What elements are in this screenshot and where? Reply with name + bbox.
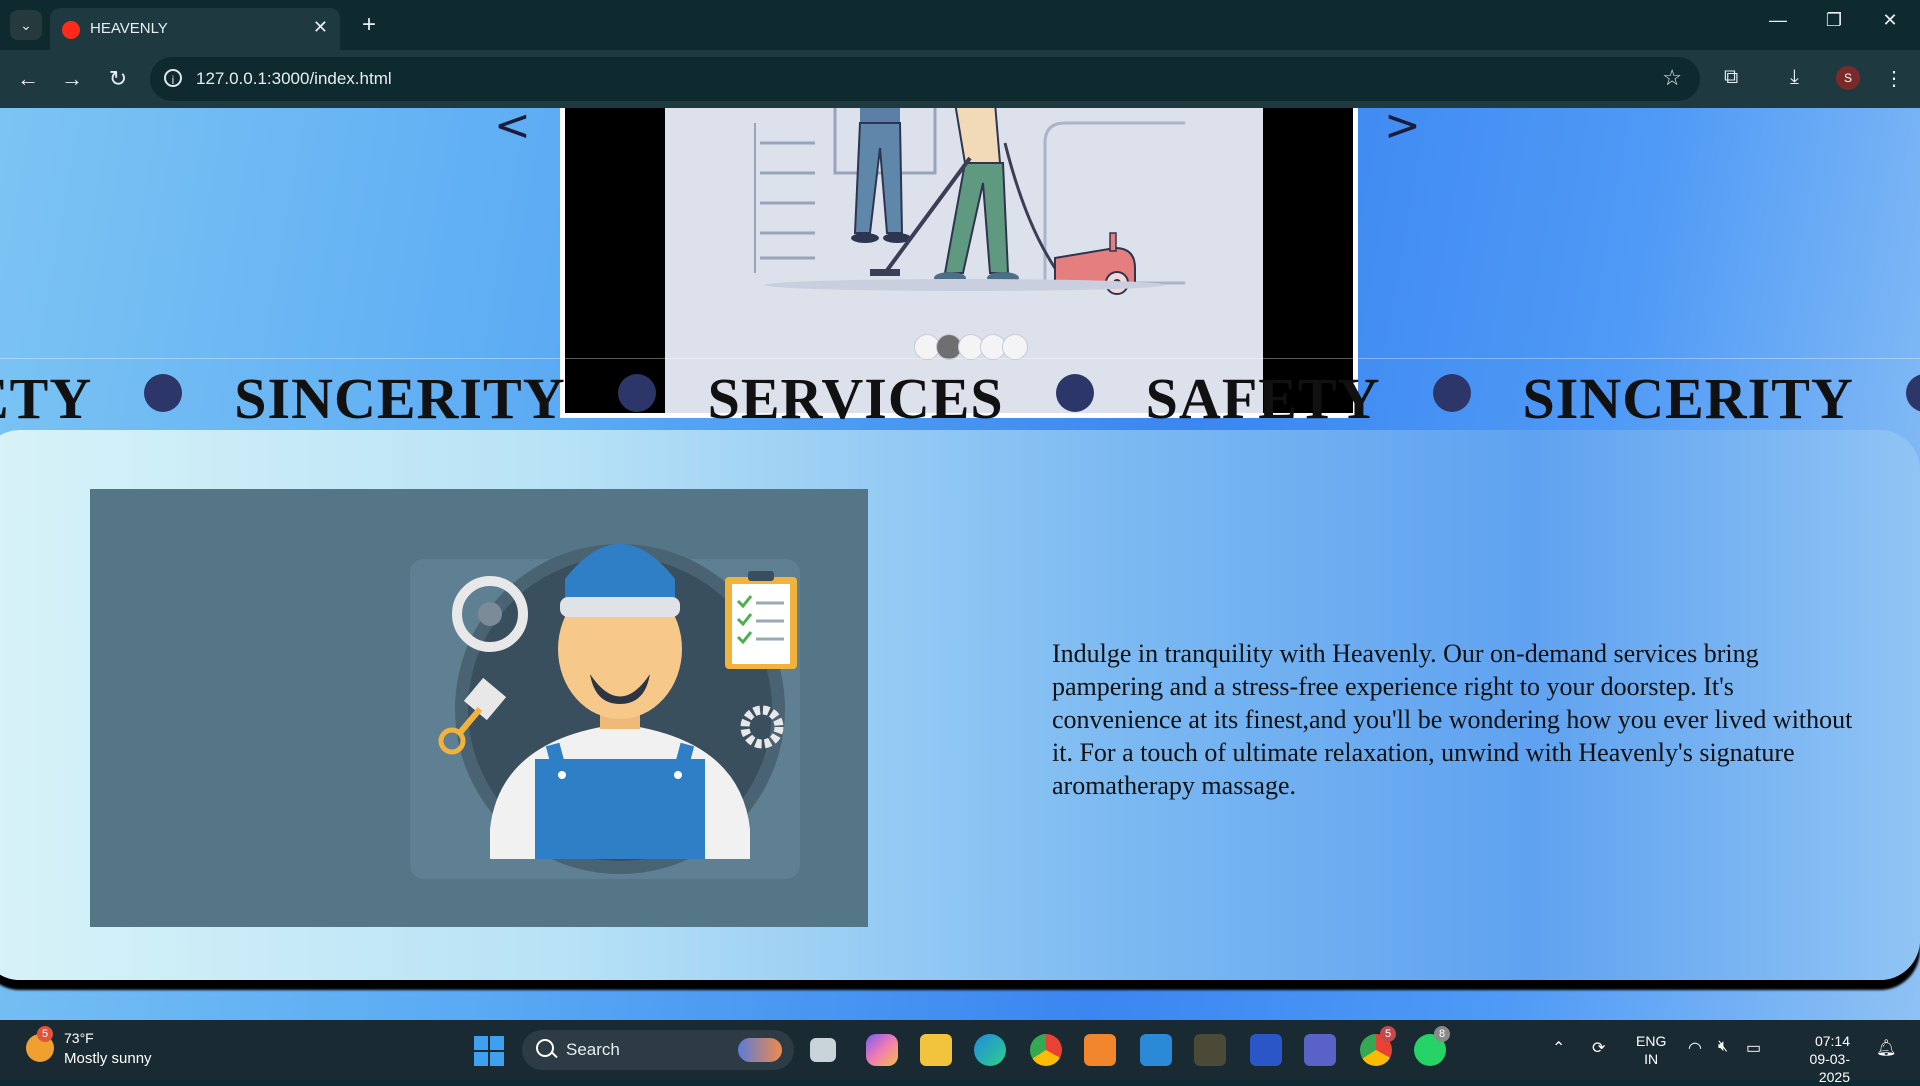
start-windows-icon[interactable] (474, 1036, 504, 1066)
carousel-prev-arrow[interactable]: < (494, 108, 531, 151)
task-view-icon[interactable] (810, 1038, 836, 1062)
page-viewport: < > TY SINCERITY SERVICES SAFETY SINCERI… (0, 108, 1920, 1020)
chrome-badge: 5 (1380, 1026, 1396, 1042)
download-icon[interactable]: ⤓ (1790, 66, 1799, 89)
profile-avatar[interactable]: S (1836, 66, 1860, 90)
clock-time: 07:14 (1814, 1033, 1850, 1049)
marquee-word: SINCERITY (1522, 366, 1854, 431)
notifications-bell-icon[interactable]: 🔔︎ (1876, 1038, 1896, 1058)
carousel-next-arrow[interactable]: > (1384, 108, 1421, 151)
extensions-puzzle-icon[interactable]: ⧉ (1724, 66, 1738, 89)
weather-description[interactable]: Mostly sunny (64, 1050, 152, 1067)
minimize-icon[interactable]: — (1758, 10, 1798, 31)
file-explorer-icon[interactable] (920, 1034, 952, 1066)
restore-icon[interactable]: ❐ (1814, 10, 1854, 31)
site-favicon-icon (62, 21, 80, 39)
bookmark-star-icon[interactable]: ☆ (1662, 65, 1682, 91)
marquee-bullet (617, 373, 656, 412)
edge-icon[interactable] (974, 1034, 1006, 1066)
weather-badge: 5 (37, 1026, 53, 1042)
wifi-icon[interactable]: ◠ (1688, 1038, 1702, 1058)
app-icon[interactable] (1194, 1034, 1226, 1066)
system-clock[interactable]: 07:14 09-03-2025 (1786, 1032, 1850, 1086)
marquee-word: SERVICES (707, 366, 1004, 431)
battery-icon[interactable]: ▭ (1746, 1038, 1761, 1058)
clock-date: 09-03-2025 (1809, 1051, 1850, 1085)
speaker-muted-icon[interactable]: 🔇︎ (1718, 1038, 1728, 1056)
marquee-word: SINCERITY (234, 366, 566, 431)
about-paragraph: Indulge in tranquility with Heavenly. Ou… (1052, 639, 1853, 800)
chrome-icon[interactable] (1030, 1034, 1062, 1066)
search-icon (536, 1039, 554, 1057)
address-bar[interactable]: i 127.0.0.1:3000/index.html ☆ (150, 57, 1700, 101)
new-tab-button[interactable]: + (354, 10, 384, 40)
marquee-word: SAFETY (1145, 366, 1381, 431)
carousel-dot-5[interactable] (1002, 334, 1028, 360)
marquee-bullet (1905, 373, 1920, 412)
browser-titlebar: ⌄ HEAVENLY ✕ + — ❐ ✕ (0, 0, 1920, 50)
back-arrow-icon[interactable]: ← (14, 66, 42, 92)
taskbar-search[interactable]: Search (522, 1030, 794, 1070)
url-text[interactable]: 127.0.0.1:3000/index.html (196, 69, 392, 89)
lang-line1: ENG (1636, 1033, 1667, 1049)
sync-icon[interactable]: ⟳ (1592, 1038, 1605, 1058)
lang-line2: IN (1644, 1051, 1659, 1067)
marquee-bullet (144, 373, 183, 412)
teams-icon[interactable] (1304, 1034, 1336, 1066)
values-marquee: ETY SINCERITY SERVICES SAFETY SINCERITY … (0, 358, 1920, 431)
reload-icon[interactable]: ↻ (104, 66, 132, 92)
carousel-indicators (914, 334, 1028, 360)
marquee-bullet (1055, 373, 1094, 412)
marquee-bullet (1432, 373, 1471, 412)
tab-title: HEAVENLY (90, 20, 168, 37)
forward-arrow-icon[interactable]: → (58, 66, 86, 92)
browser-toolbar: ← → ↻ i 127.0.0.1:3000/index.html ☆ ⧉ ⤓ … (0, 50, 1920, 108)
vscode-icon[interactable] (1140, 1034, 1172, 1066)
marquee-word: ETY (0, 366, 93, 431)
tray-chevron-up-icon[interactable]: ⌃ (1552, 1038, 1565, 1058)
about-card: Indulge in tranquility with Heavenly. Ou… (0, 430, 1920, 980)
weather-temperature[interactable]: 73°F (64, 1030, 94, 1046)
whatsapp-badge: 8 (1434, 1026, 1450, 1042)
browser-menu-icon[interactable]: ⋮ (1884, 66, 1904, 91)
search-highlight-icon (738, 1038, 782, 1062)
mechanic-illustration (90, 489, 868, 927)
tab-close-icon[interactable]: ✕ (313, 17, 328, 38)
search-label: Search (566, 1040, 620, 1059)
sublime-text-icon[interactable] (1084, 1034, 1116, 1066)
devhub-icon[interactable] (1250, 1034, 1282, 1066)
site-info-icon[interactable]: i (164, 69, 182, 87)
windows-taskbar: 5 73°F Mostly sunny Search 5 8 ⌃ ⟳ ENG I… (0, 1020, 1920, 1085)
browser-tab[interactable]: HEAVENLY ✕ (50, 8, 340, 50)
language-indicator[interactable]: ENG IN (1636, 1032, 1666, 1068)
tab-search-chevron-icon[interactable]: ⌄ (10, 10, 42, 40)
copilot-icon[interactable] (866, 1034, 898, 1066)
close-window-icon[interactable]: ✕ (1870, 10, 1910, 31)
